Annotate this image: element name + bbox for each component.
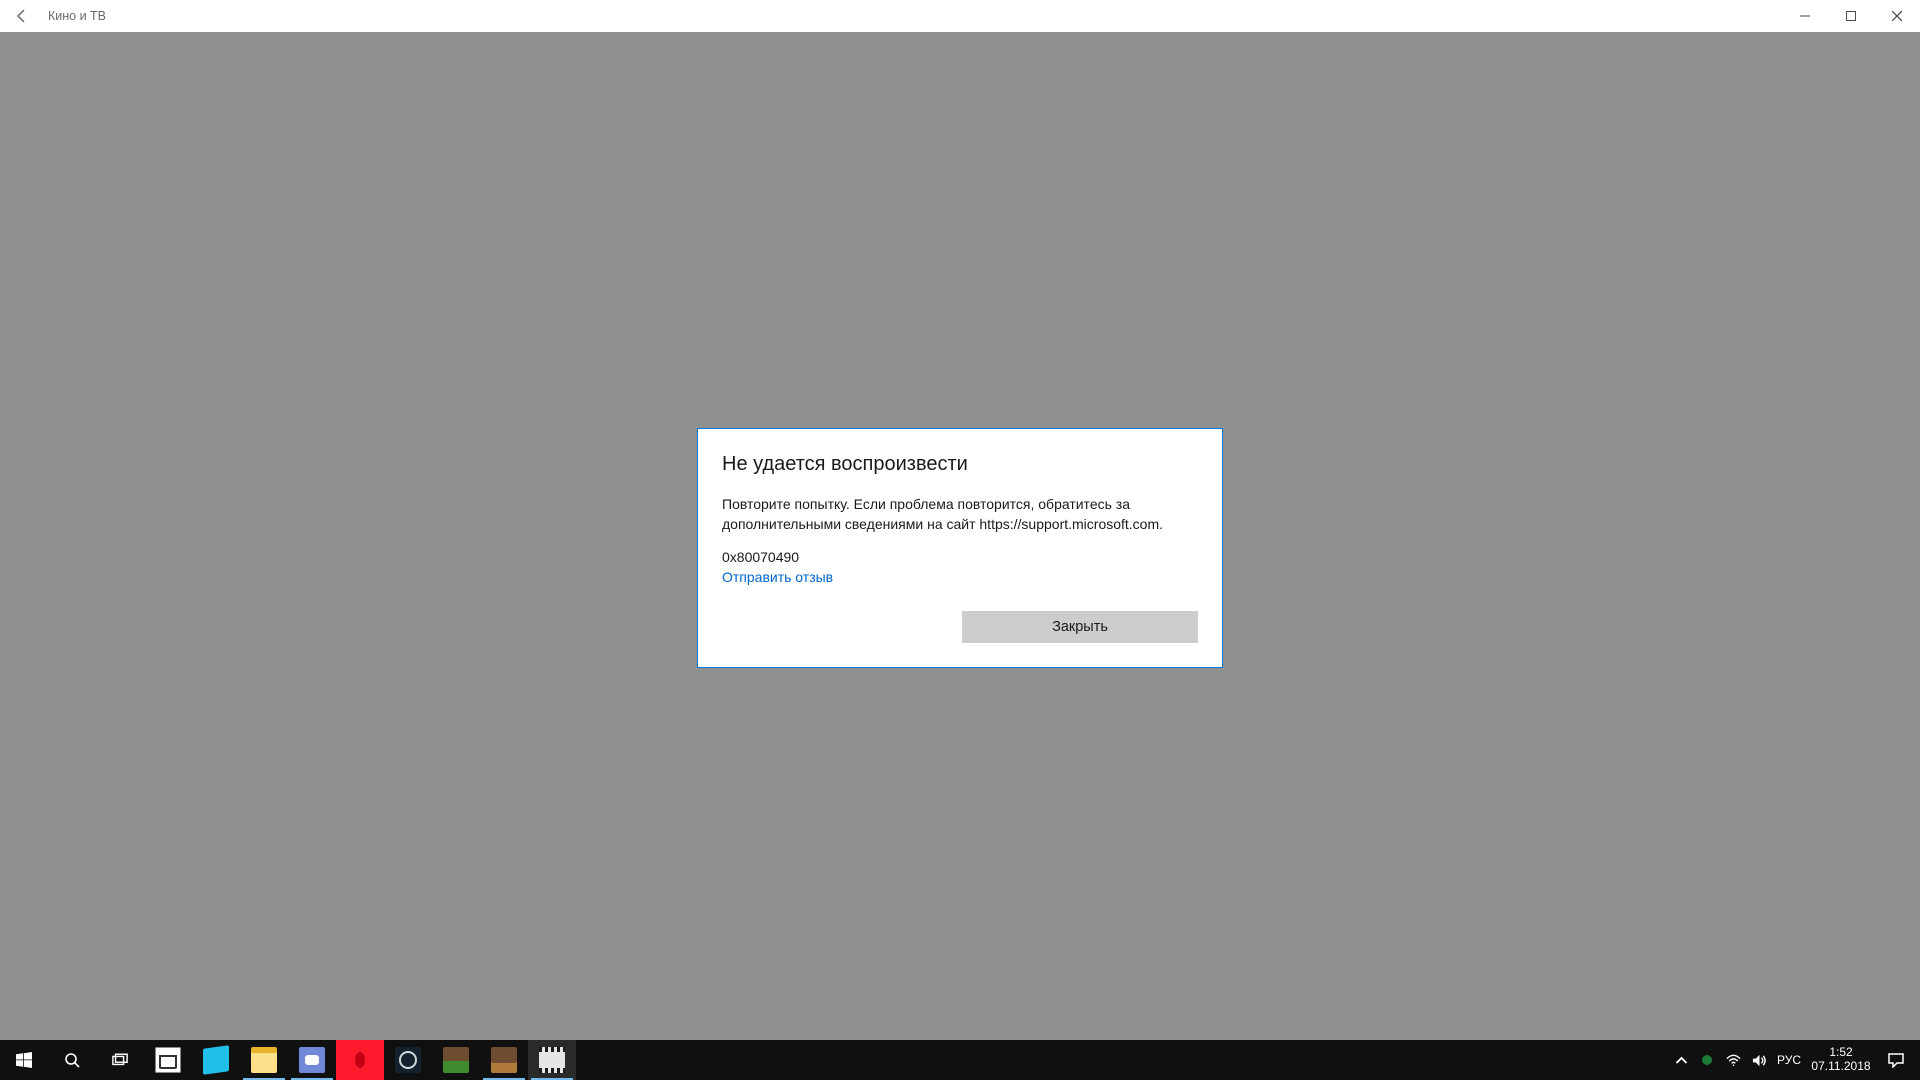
action-center-button[interactable] [1876, 1052, 1916, 1068]
tray-network-button[interactable] [1720, 1040, 1746, 1080]
green-dot-icon [1702, 1055, 1712, 1065]
wifi-icon [1726, 1053, 1741, 1068]
window-title: Кино и ТВ [44, 9, 114, 23]
maximize-button[interactable] [1828, 0, 1874, 32]
tray-clock[interactable]: 1:52 07.11.2018 [1806, 1046, 1876, 1074]
tray-language-button[interactable]: РУС [1772, 1053, 1806, 1067]
steam-icon [395, 1047, 421, 1073]
taskbar-app-file-explorer[interactable] [240, 1040, 288, 1080]
store-icon [155, 1047, 181, 1073]
windows-logo-icon [16, 1052, 32, 1068]
taskbar-app-movies-tv[interactable] [528, 1040, 576, 1080]
minecraft-launcher-icon [491, 1047, 517, 1073]
task-view-button[interactable] [96, 1040, 144, 1080]
action-center-icon [1888, 1052, 1904, 1068]
dialog-actions: Закрыть [722, 611, 1198, 643]
error-dialog: Не удается воспроизвести Повторите попыт… [697, 428, 1223, 668]
opera-icon [347, 1047, 373, 1073]
discord-icon [299, 1047, 325, 1073]
tray-date: 07.11.2018 [1811, 1060, 1870, 1074]
minimize-button[interactable] [1782, 0, 1828, 32]
movies-tv-icon [539, 1047, 565, 1073]
volume-icon [1752, 1053, 1767, 1068]
minecraft-icon [443, 1047, 469, 1073]
back-button[interactable] [0, 0, 44, 32]
search-button[interactable] [48, 1040, 96, 1080]
back-arrow-icon [14, 8, 30, 24]
mail-icon [203, 1045, 229, 1075]
taskbar-app-discord[interactable] [288, 1040, 336, 1080]
tray-status-indicator[interactable] [1694, 1040, 1720, 1080]
tray-time: 1:52 [1829, 1046, 1852, 1060]
close-icon [1892, 11, 1902, 21]
close-button[interactable] [1874, 0, 1920, 32]
chevron-up-icon [1674, 1053, 1689, 1068]
dialog-message: Повторите попытку. Если проблема повтори… [722, 494, 1198, 535]
task-view-icon [112, 1052, 128, 1068]
dialog-close-button[interactable]: Закрыть [962, 611, 1198, 643]
minimize-icon [1800, 11, 1810, 21]
app-body: Не удается воспроизвести Повторите попыт… [0, 32, 1920, 1040]
file-explorer-icon [251, 1047, 277, 1073]
system-tray: РУС 1:52 07.11.2018 [1668, 1040, 1920, 1080]
taskbar-app-steam[interactable] [384, 1040, 432, 1080]
tray-volume-button[interactable] [1746, 1040, 1772, 1080]
title-bar: Кино и ТВ [0, 0, 1920, 32]
movies-tv-app-window: Кино и ТВ Не удается воспроизвести Повто… [0, 0, 1920, 1040]
search-icon [64, 1052, 80, 1068]
taskbar-app-minecraft[interactable] [432, 1040, 480, 1080]
dialog-error-code: 0x80070490 [722, 549, 1198, 565]
taskbar-app-minecraft-launcher[interactable] [480, 1040, 528, 1080]
taskbar-app-store[interactable] [144, 1040, 192, 1080]
taskbar: РУС 1:52 07.11.2018 [0, 1040, 1920, 1080]
dialog-title: Не удается воспроизвести [722, 453, 1198, 476]
taskbar-app-mail[interactable] [192, 1040, 240, 1080]
start-button[interactable] [0, 1040, 48, 1080]
tray-overflow-button[interactable] [1668, 1040, 1694, 1080]
maximize-icon [1846, 11, 1856, 21]
taskbar-app-opera[interactable] [336, 1040, 384, 1080]
send-feedback-link[interactable]: Отправить отзыв [722, 569, 833, 585]
